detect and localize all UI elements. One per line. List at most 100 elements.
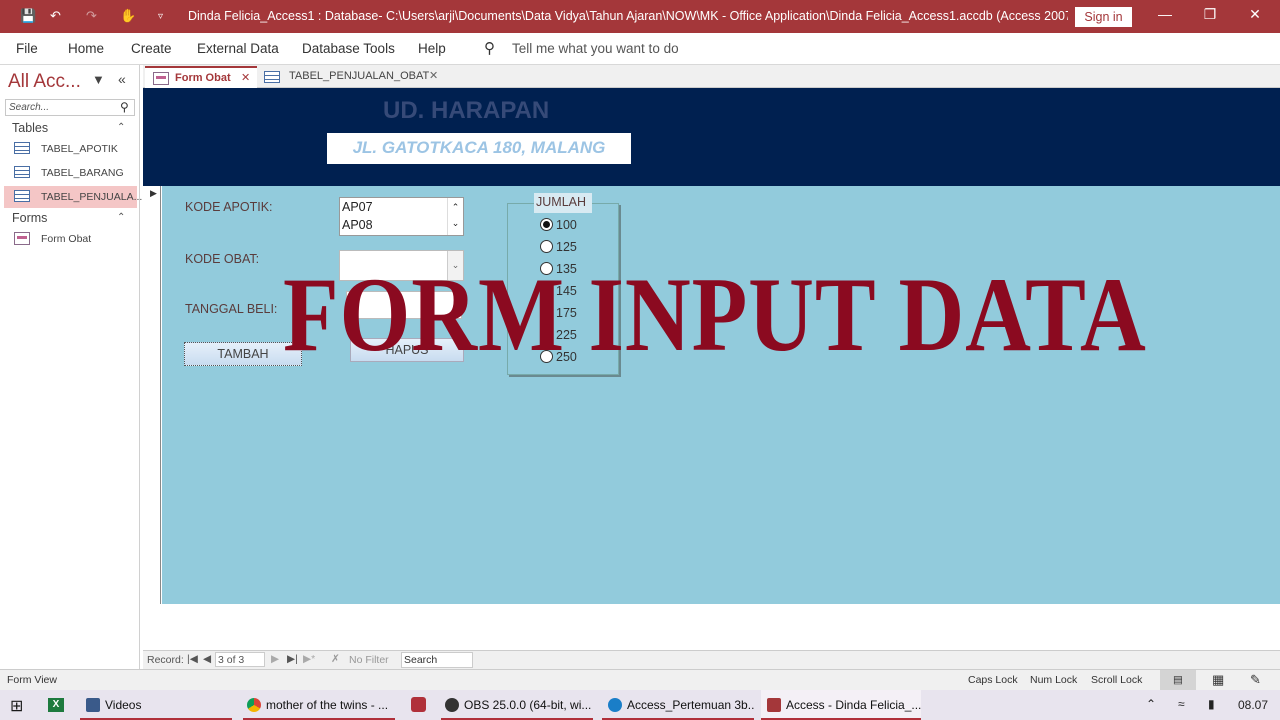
nav-item-tabel-apotik[interactable]: TABEL_APOTIK xyxy=(4,138,137,160)
nav-search-input[interactable]: Search... xyxy=(5,99,135,116)
minimize-icon[interactable]: — xyxy=(1150,6,1180,26)
wifi-icon[interactable]: ≈ xyxy=(1178,697,1185,711)
excel-icon[interactable]: X xyxy=(48,698,64,712)
customize-toolbar-icon[interactable]: ▿ xyxy=(158,11,163,22)
radio-label: 100 xyxy=(556,218,577,232)
next-record-icon[interactable]: ▶ xyxy=(271,653,279,665)
tab-create[interactable]: Create xyxy=(131,41,172,56)
close-icon[interactable]: ✕ xyxy=(241,68,250,89)
nav-item-tabel-penjualan[interactable]: TABEL_PENJUALA... xyxy=(4,186,142,208)
first-record-icon[interactable]: |◀ xyxy=(187,653,198,665)
radio-125[interactable] xyxy=(540,240,553,253)
task-label: Videos xyxy=(105,698,142,712)
nav-item-form-obat[interactable]: Form Obat xyxy=(4,228,137,250)
nav-item-tabel-barang[interactable]: TABEL_BARANG xyxy=(4,162,137,184)
scrollbar[interactable]: ⌃ ⌄ xyxy=(447,198,463,235)
tab-form-obat[interactable]: Form Obat ✕ xyxy=(145,66,257,88)
list-item[interactable]: AP07 xyxy=(342,200,373,214)
tab-tabel-penjualan-obat[interactable]: TABEL_PENJUALAN_OBAT ✕ xyxy=(259,66,447,88)
tab-home[interactable]: Home xyxy=(68,41,104,56)
chevron-up-icon[interactable]: ⌃ xyxy=(117,122,125,133)
nav-item-label: TABEL_PENJUALA... xyxy=(41,191,143,203)
search-icon[interactable]: ⚲ xyxy=(120,100,129,114)
redo-icon[interactable]: ↷ xyxy=(86,8,97,24)
play-arrow-icon: ▶ xyxy=(150,188,157,198)
undo-icon[interactable]: ↶ xyxy=(50,8,61,24)
scroll-up-icon[interactable]: ⌃ xyxy=(448,198,463,216)
list-item[interactable]: AP08 xyxy=(342,218,373,232)
num-lock-status: Num Lock xyxy=(1030,674,1078,686)
form-header-address: JL. GATOTKACA 180, MALANG xyxy=(327,133,631,164)
last-record-icon[interactable]: ▶| xyxy=(287,653,298,665)
task-edge[interactable]: Access_Pertemuan 3b... xyxy=(602,690,754,720)
view-status: Form View xyxy=(7,674,57,686)
tab-external-data[interactable]: External Data xyxy=(197,41,279,56)
collapse-pane-icon[interactable]: « xyxy=(118,71,126,87)
label-tanggal-beli: TANGGAL BELI: xyxy=(185,302,278,316)
task-obs[interactable]: OBS 25.0.0 (64-bit, wi... xyxy=(441,690,593,720)
tab-file[interactable]: File xyxy=(16,41,38,56)
touch-mode-icon[interactable]: ✋ xyxy=(120,8,136,24)
restore-icon[interactable]: ❐ xyxy=(1195,6,1225,26)
chevron-up-icon[interactable]: ⌃ xyxy=(117,212,125,223)
clock[interactable]: 08.07 xyxy=(1238,698,1268,712)
video-folder-icon xyxy=(86,698,100,712)
table-icon xyxy=(14,142,30,154)
new-record-icon[interactable]: ▶* xyxy=(303,653,315,665)
form-icon xyxy=(14,232,30,245)
table-icon xyxy=(14,166,30,178)
nav-section-forms[interactable]: Forms xyxy=(12,211,47,225)
save-icon[interactable]: 💾 xyxy=(20,8,36,24)
title-bar: 💾 ↶ ↷ ✋ ▿ Dinda Felicia_Access1 : Databa… xyxy=(0,0,1280,33)
form-view-icon[interactable]: ▤ xyxy=(1160,670,1196,690)
task-label: Access - Dinda Felicia_... xyxy=(786,698,921,712)
task-label: OBS 25.0.0 (64-bit, wi... xyxy=(464,698,592,712)
tell-me-box[interactable]: Tell me what you want to do xyxy=(512,41,679,56)
tab-help[interactable]: Help xyxy=(418,41,446,56)
current-record-field[interactable]: 3 of 3 xyxy=(215,652,265,667)
design-view-icon[interactable]: ✎ xyxy=(1250,672,1261,688)
status-bar: Form View Caps Lock Num Lock Scroll Lock… xyxy=(0,669,1280,690)
window-title: Dinda Felicia_Access1 : Database- C:\Use… xyxy=(188,9,1068,23)
navigation-pane: All Acc... ▼ « Search... ⚲ Tables ⌃ TABE… xyxy=(0,65,142,669)
record-label: Record: xyxy=(147,654,184,666)
tab-label: TABEL_PENJUALAN_OBAT xyxy=(289,70,430,82)
label-kode-apotik: KODE APOTIK: xyxy=(185,200,273,214)
document-tabs: Form Obat ✕ TABEL_PENJUALAN_OBAT ✕ xyxy=(143,65,1280,88)
filter-status[interactable]: No Filter xyxy=(349,654,389,666)
filter-icon[interactable]: ✗ xyxy=(331,653,340,665)
task-access[interactable]: Access - Dinda Felicia_... xyxy=(761,690,921,720)
nav-menu-icon[interactable]: ▼ xyxy=(92,72,105,87)
kode-apotik-listbox[interactable]: AP07 AP08 ⌃ ⌄ xyxy=(339,197,464,236)
form-header-title: UD. HARAPAN xyxy=(383,97,550,124)
radio-100[interactable] xyxy=(540,218,553,231)
nav-item-label: TABEL_BARANG xyxy=(41,167,124,179)
nav-item-label: Form Obat xyxy=(41,233,92,245)
caps-lock-status: Caps Lock xyxy=(968,674,1018,686)
task-videos[interactable]: Videos xyxy=(80,690,232,720)
task-label: mother of the twins - ... xyxy=(266,698,389,712)
scroll-down-icon[interactable]: ⌄ xyxy=(448,216,463,234)
close-icon[interactable]: ✕ xyxy=(1240,6,1270,26)
sign-in-button[interactable]: Sign in xyxy=(1075,7,1132,27)
chevron-up-icon[interactable]: ⌃ xyxy=(1146,697,1156,711)
close-icon[interactable]: ✕ xyxy=(429,66,438,87)
task-chrome[interactable]: mother of the twins - ... xyxy=(243,690,395,720)
layout-view-icon[interactable]: ▦ xyxy=(1212,672,1224,688)
record-navigator: Record: |◀ ◀ 3 of 3 ▶ ▶| ▶* ✗ No Filter … xyxy=(143,650,1280,669)
whatsapp-icon[interactable] xyxy=(411,697,426,712)
access-icon xyxy=(767,698,781,712)
jumlah-label: JUMLAH xyxy=(534,193,592,213)
obs-icon xyxy=(445,698,459,712)
edge-icon xyxy=(608,698,622,712)
record-selector[interactable]: ▶ xyxy=(143,186,161,604)
form-detail xyxy=(162,186,1280,604)
windows-start-icon[interactable]: ⊞ xyxy=(10,696,23,716)
tab-database-tools[interactable]: Database Tools xyxy=(302,41,395,56)
label-kode-obat: KODE OBAT: xyxy=(185,252,260,266)
battery-icon[interactable]: ▮ xyxy=(1208,697,1215,711)
record-search-input[interactable]: Search xyxy=(401,652,473,668)
nav-pane-title[interactable]: All Acc... xyxy=(8,71,81,93)
previous-record-icon[interactable]: ◀ xyxy=(203,653,211,665)
nav-section-tables[interactable]: Tables xyxy=(12,121,48,135)
